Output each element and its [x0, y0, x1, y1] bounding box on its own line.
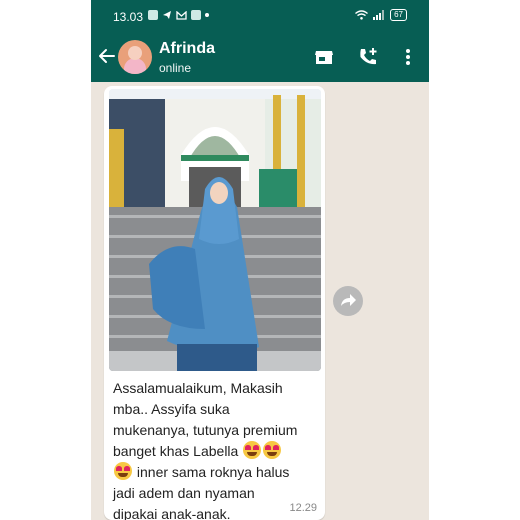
message-line-6: jadi adem dan nyaman — [113, 485, 255, 501]
gmail-icon — [176, 10, 187, 20]
message-line-1: Assalamualaikum, Makasih — [113, 380, 283, 396]
status-bar: 13.03 67 — [91, 0, 429, 32]
mosque-photo-illustration — [109, 89, 321, 371]
forward-button[interactable] — [333, 286, 363, 316]
battery-icon: 67 — [390, 9, 407, 21]
back-arrow-icon[interactable] — [97, 46, 117, 66]
message-photo[interactable] — [109, 89, 321, 371]
contact-presence: online — [159, 61, 192, 75]
avatar-head — [128, 46, 142, 60]
message-text: Assalamualaikum, Makasih mba.. Assyifa s… — [113, 378, 325, 520]
message-line-4: banget khas Labella — [113, 443, 239, 459]
wifi-icon — [355, 10, 369, 20]
forward-icon — [341, 294, 356, 306]
message-bubble[interactable]: Assalamualaikum, Makasih mba.. Assyifa s… — [104, 86, 325, 520]
message-line-3: mukenanya, tutunya premium — [113, 422, 298, 438]
avatar[interactable] — [118, 40, 152, 74]
telegram-icon — [163, 11, 171, 19]
chat-header: Afrinda online — [91, 32, 429, 82]
app-notification-icon — [191, 10, 201, 20]
status-right: 67 — [355, 9, 407, 21]
notification-icons — [148, 10, 209, 20]
heart-eyes-emoji-icon — [243, 441, 262, 459]
message-line-2: mba.. Assyifa suka — [113, 401, 230, 417]
contact-name[interactable]: Afrinda — [159, 40, 215, 58]
heart-eyes-emoji-icon — [114, 462, 132, 480]
avatar-body — [124, 58, 146, 74]
signal-icon — [373, 10, 385, 20]
message-line-7: dipakai anak-anak. — [113, 506, 231, 520]
message-line-5: inner sama roknya halus — [136, 464, 290, 480]
phone-screen: 13.03 67 Afrinda online Assalamualaikum,… — [91, 0, 429, 520]
chat-notification-icon — [148, 10, 158, 20]
status-time: 13.03 — [113, 10, 144, 24]
more-vert-icon[interactable] — [397, 46, 419, 68]
heart-eyes-emoji-icon — [263, 441, 282, 459]
more-notifications-icon — [205, 13, 209, 17]
add-call-icon[interactable] — [357, 46, 379, 68]
chat-area[interactable]: Assalamualaikum, Makasih mba.. Assyifa s… — [91, 82, 429, 520]
store-icon[interactable] — [313, 46, 335, 68]
message-time: 12.29 — [289, 502, 317, 514]
